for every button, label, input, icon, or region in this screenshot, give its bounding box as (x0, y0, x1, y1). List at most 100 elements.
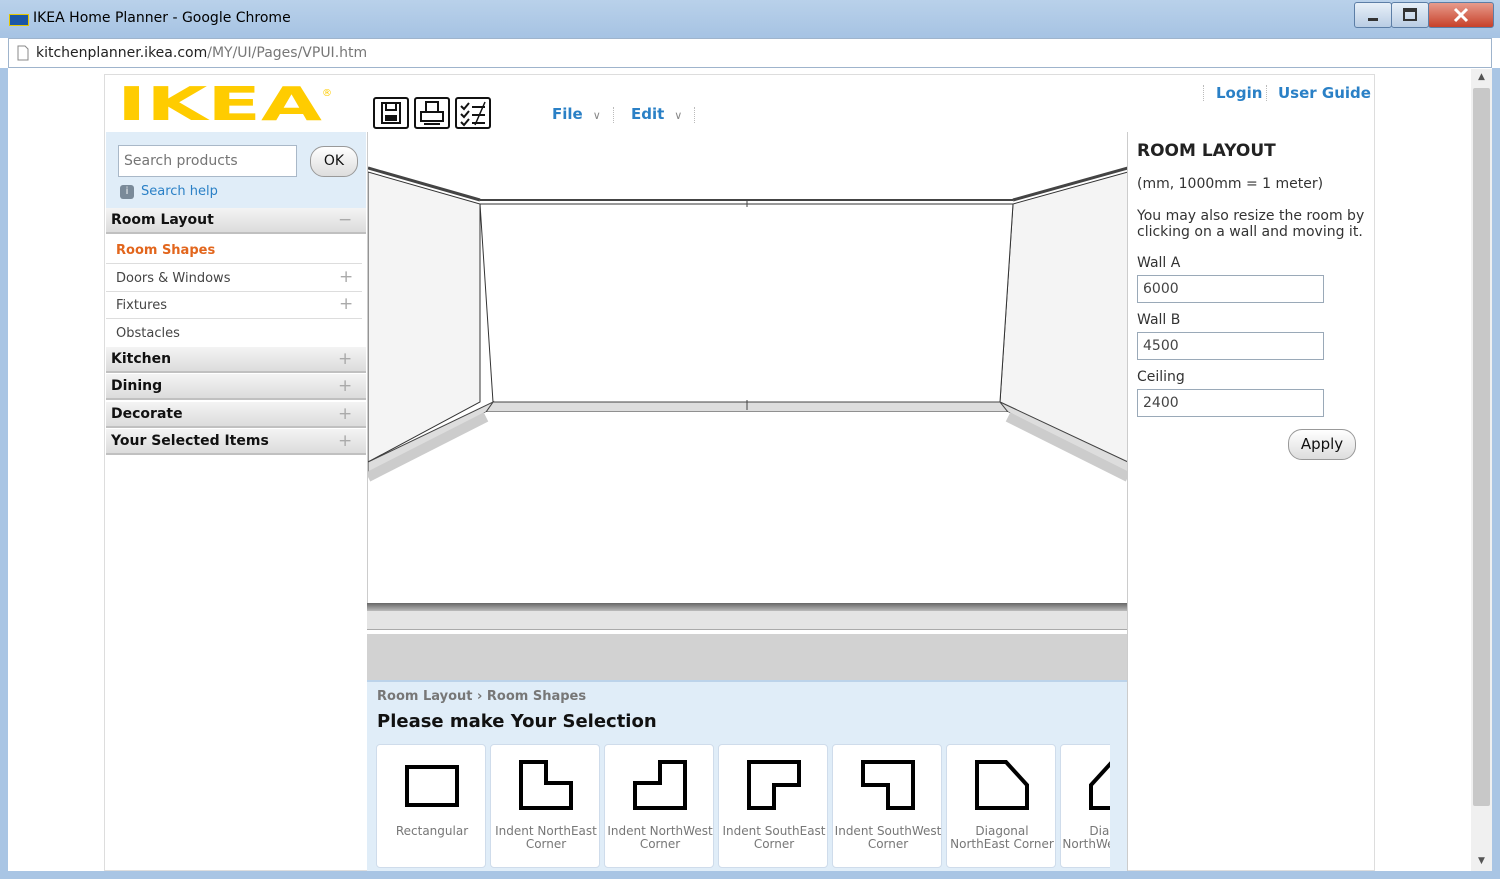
svg-text:®: ® (322, 88, 332, 99)
breadcrumb-item[interactable]: Room Shapes (487, 689, 586, 704)
scroll-down-icon[interactable]: ▼ (1471, 853, 1492, 869)
scroll-up-icon[interactable]: ▲ (1471, 69, 1492, 85)
expand-icon: + (338, 349, 353, 369)
indent-northeast-shape-icon (519, 760, 573, 810)
room-shape-list: Rectangular Indent NorthEast Corner Inde… (376, 744, 1110, 871)
search-help-link[interactable]: Search help (141, 184, 218, 199)
floppy-disk-icon (381, 102, 401, 124)
expand-icon: + (338, 376, 353, 396)
expand-icon: + (338, 404, 353, 424)
shape-label: Diagonal NorthEast Corner (950, 824, 1054, 851)
print-button[interactable] (414, 97, 450, 129)
edit-menu[interactable]: Edit ∨ (631, 105, 682, 123)
rectangular-shape-icon (405, 765, 459, 807)
breadcrumb-item[interactable]: Room Layout (377, 689, 472, 704)
view-divider (367, 603, 1127, 611)
expand-icon: + (339, 267, 354, 287)
svg-text:IKEA: IKEA (117, 84, 323, 124)
search-input[interactable] (118, 145, 297, 177)
address-bar[interactable]: kitchenplanner.ikea.com/MY/UI/Pages/VPUI… (8, 38, 1492, 68)
section-dining[interactable]: Dining + (106, 374, 366, 400)
search-ok-button[interactable]: OK (310, 146, 358, 177)
selection-title: Please make Your Selection (377, 711, 657, 732)
file-menu[interactable]: File ∨ (552, 105, 601, 123)
window-frame-right (1492, 68, 1500, 879)
section-label: Room Layout (111, 212, 214, 228)
wall-a-input[interactable]: 6000 (1137, 275, 1324, 303)
section-room-layout[interactable]: Room Layout − (106, 208, 366, 234)
section-label: Dining (111, 378, 163, 394)
shape-label: Indent NorthWest Corner (607, 824, 713, 851)
user-guide-link[interactable]: User Guide (1278, 84, 1371, 102)
diagonal-northwest-shape-icon (1089, 761, 1110, 810)
window-frame-bottom (0, 871, 1500, 879)
chevron-down-icon: ∨ (592, 109, 601, 122)
shape-label: Indent SouthWest Corner (834, 824, 942, 851)
indent-southeast-shape-icon (747, 760, 801, 810)
units-note: (mm, 1000mm = 1 meter) (1137, 176, 1324, 192)
help-icon: i (120, 185, 134, 199)
close-button[interactable] (1428, 2, 1494, 28)
view-resize-bar[interactable] (367, 611, 1127, 630)
indent-southwest-shape-icon (861, 760, 915, 810)
shape-card-rectangular[interactable]: Rectangular (376, 744, 486, 868)
ikea-favicon-icon (9, 14, 29, 26)
sidebar-item-label: Obstacles (116, 326, 180, 341)
shape-card-diagonal-northwest[interactable]: Diagonal NorthWest Corner (1060, 744, 1110, 868)
ikea-logo: IKEA ® (117, 84, 332, 124)
checklist-button[interactable] (455, 97, 491, 129)
section-label: Kitchen (111, 351, 172, 367)
breadcrumb: Room Layout › Room Shapes (377, 689, 586, 704)
shape-label: Diagonal NorthWest Corner (1062, 824, 1110, 851)
sidebar-item-room-shapes[interactable]: Room Shapes (106, 236, 362, 264)
ceiling-input[interactable]: 2400 (1137, 389, 1324, 417)
chevron-down-icon: ∨ (674, 109, 683, 122)
wall-b-input[interactable]: 4500 (1137, 332, 1324, 360)
expand-icon: + (339, 294, 354, 314)
sidebar-item-doors-windows[interactable]: Doors & Windows + (106, 264, 362, 292)
ceiling-label: Ceiling (1137, 369, 1185, 385)
window-frame-left (0, 68, 8, 879)
room-3d-view[interactable] (367, 132, 1128, 605)
minimize-button[interactable] (1354, 2, 1392, 28)
shape-label: Indent NorthEast Corner (495, 824, 597, 851)
room-layout-panel (1127, 132, 1374, 871)
link-divider (1266, 85, 1268, 101)
login-link[interactable]: Login (1216, 84, 1262, 102)
sidebar-item-fixtures[interactable]: Fixtures + (106, 291, 362, 319)
shape-card-indent-southeast[interactable]: Indent SouthEast Corner (718, 744, 828, 868)
diagonal-northeast-shape-icon (975, 760, 1029, 810)
shape-card-diagonal-northeast[interactable]: Diagonal NorthEast Corner (946, 744, 1056, 868)
scrollbar-thumb[interactable] (1473, 88, 1490, 806)
shape-label: Indent SouthEast Corner (722, 824, 826, 851)
browser-title-bar: IKEA Home Planner - Google Chrome (0, 0, 1500, 38)
indent-northwest-shape-icon (633, 760, 687, 810)
printer-icon (420, 101, 444, 125)
apply-button[interactable]: Apply (1288, 429, 1356, 460)
maximize-button[interactable] (1391, 2, 1429, 28)
save-button[interactable] (373, 97, 409, 129)
resize-hint: You may also resize the room by clicking… (1137, 208, 1365, 240)
menu-divider (694, 107, 696, 123)
menu-divider (613, 107, 615, 123)
section-label: Your Selected Items (111, 433, 269, 449)
shape-card-indent-southwest[interactable]: Indent SouthWest Corner (832, 744, 942, 868)
room-layout-title: ROOM LAYOUT (1137, 141, 1276, 161)
wall-a-label: Wall A (1137, 255, 1181, 271)
page-icon (17, 45, 29, 61)
wall-b-label: Wall B (1137, 312, 1181, 328)
section-label: Decorate (111, 406, 183, 422)
sidebar-item-label: Doors & Windows (116, 271, 231, 286)
checklist-icon (460, 101, 486, 127)
link-divider (1203, 85, 1205, 101)
section-decorate[interactable]: Decorate + (106, 402, 366, 428)
sidebar-item-label: Fixtures (116, 298, 168, 313)
section-kitchen[interactable]: Kitchen + (106, 347, 366, 373)
shape-card-indent-northwest[interactable]: Indent NorthWest Corner (604, 744, 714, 868)
section-selected-items[interactable]: Your Selected Items + (106, 429, 366, 455)
sidebar-item-obstacles[interactable]: Obstacles (106, 319, 362, 347)
shape-card-indent-northeast[interactable]: Indent NorthEast Corner (490, 744, 600, 868)
collapse-icon: − (338, 210, 353, 230)
shape-label: Rectangular (395, 824, 469, 838)
chevron-right-icon: › (477, 689, 487, 704)
